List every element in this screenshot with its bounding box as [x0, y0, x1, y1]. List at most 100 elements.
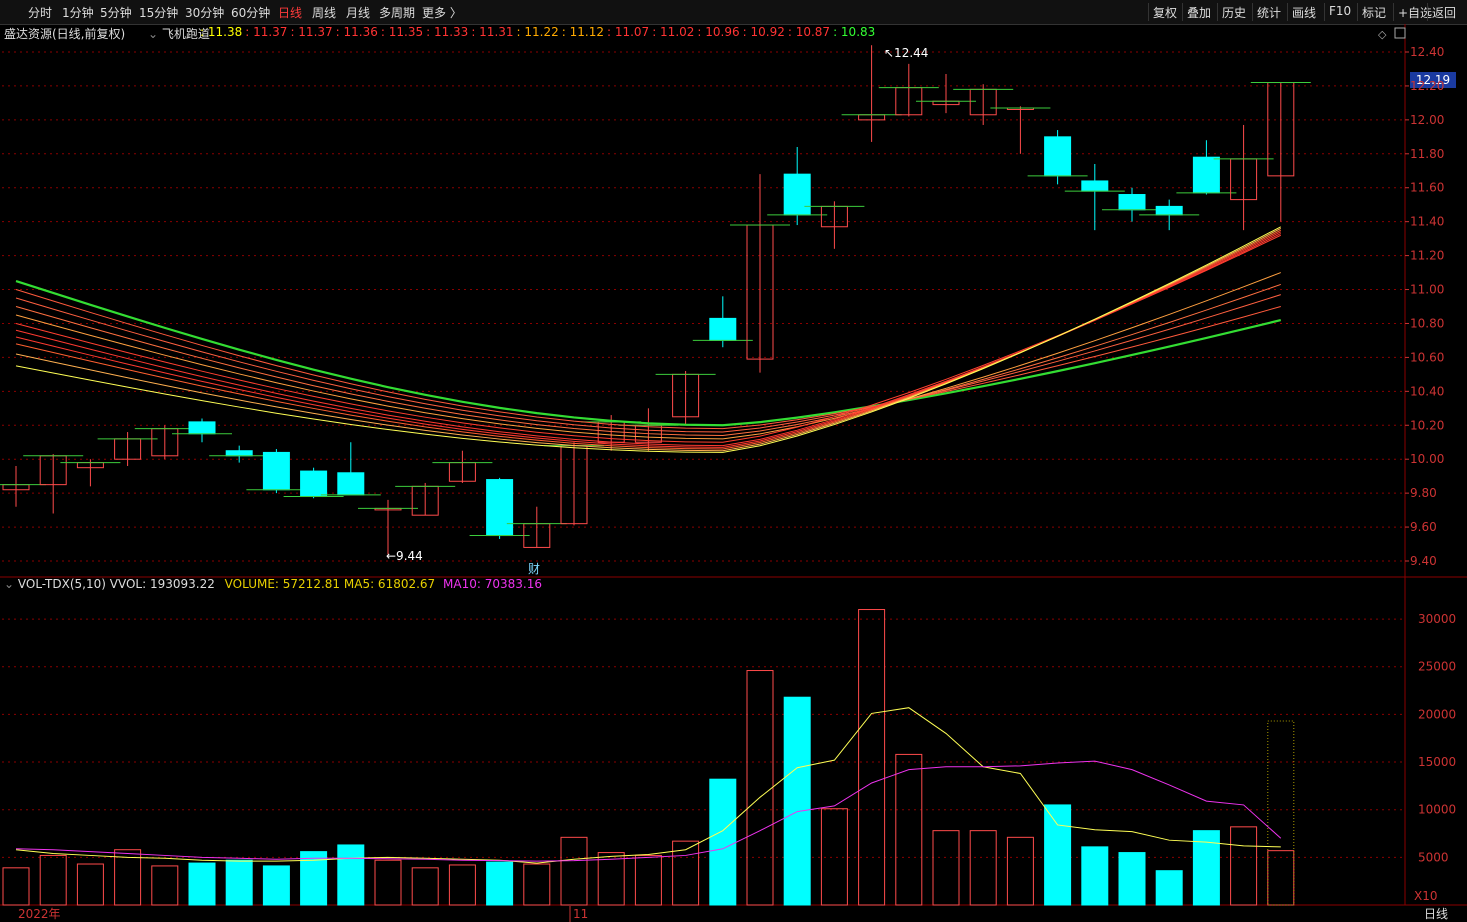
- kline-chart[interactable]: 12.4012.2012.0011.8011.6011.4011.2011.00…: [0, 0, 1467, 922]
- toolbar-button-6[interactable]: 标记: [1362, 4, 1386, 21]
- candle-body: [300, 470, 328, 498]
- toolbar-button-2[interactable]: 历史: [1222, 4, 1246, 21]
- volume-bar: [1192, 830, 1220, 906]
- toolbar-divider: [1427, 3, 1428, 21]
- price-tick-label: 10.80: [1410, 316, 1444, 330]
- period-tab-5[interactable]: 60分钟: [231, 4, 270, 21]
- price-tick-label: 12.40: [1410, 45, 1444, 59]
- candle-body: [337, 472, 365, 496]
- toolbar-button-1[interactable]: 叠加: [1187, 4, 1211, 21]
- period-tab-4[interactable]: 30分钟: [185, 4, 224, 21]
- volume-bar: [1081, 846, 1109, 906]
- ma-value-3: : 11.36: [335, 25, 378, 39]
- toolbar-divider: [1357, 3, 1358, 21]
- dropdown-icon[interactable]: ⌄: [4, 577, 14, 591]
- volume-tick-label: 30000: [1418, 612, 1456, 626]
- volume-bar: [448, 864, 476, 906]
- volume-bar: [225, 859, 253, 906]
- candle-body: [783, 173, 811, 216]
- ma10-value: MA10: 70383.16: [443, 577, 542, 591]
- volume-bar: [76, 863, 104, 906]
- candle-body: [634, 424, 662, 443]
- volume-bar: [262, 865, 290, 906]
- ma-value-9: : 11.07: [606, 25, 650, 39]
- candle-body: [114, 438, 142, 460]
- stock-title: 盛达资源(日线,前复权): [4, 27, 126, 41]
- price-tick-label: 11.20: [1410, 249, 1444, 263]
- candle-body: [411, 485, 439, 516]
- candle-body: [969, 88, 997, 116]
- volume-indicator-name: VOL-TDX(5,10): [17, 577, 106, 591]
- toolbar-divider: [1182, 3, 1183, 21]
- candle-body: [262, 451, 290, 491]
- toolbar-button-8[interactable]: 返回: [1432, 4, 1456, 21]
- volume-tick-label: 20000: [1418, 707, 1456, 721]
- candle-body: [932, 100, 960, 106]
- volume-bar: [151, 865, 179, 906]
- volume-bar: [932, 830, 960, 906]
- ma-value-11: : 10.96: [697, 25, 740, 39]
- candle-body: [858, 114, 886, 121]
- ma-value-4: : 11.35: [380, 25, 424, 39]
- ma-ribbon-line: [15, 231, 1282, 448]
- dropdown-icon[interactable]: ⌄: [148, 27, 158, 41]
- volume-bar: [337, 844, 365, 906]
- volume-tick-label: 25000: [1418, 660, 1456, 674]
- toolbar-divider: [1217, 3, 1218, 21]
- toolbar-button-4[interactable]: 画线: [1292, 4, 1316, 21]
- ma-values: : 11.38: 11.37: 11.37: 11.36: 11.35: 11.…: [200, 25, 878, 39]
- period-tab-3[interactable]: 15分钟: [139, 4, 178, 21]
- volume-bar: [486, 861, 514, 906]
- candle-body: [1155, 205, 1183, 216]
- period-tab-6[interactable]: 日线: [278, 4, 302, 21]
- candle-body: [746, 224, 774, 360]
- candle-body: [1044, 136, 1072, 177]
- period-tab-8[interactable]: 月线: [346, 4, 370, 21]
- ma-ribbon-line: [15, 226, 1282, 453]
- volume-bar: [560, 836, 588, 906]
- toolbar-divider: [1252, 3, 1253, 21]
- candle-body: [151, 428, 179, 457]
- top-toolbar: 分时 1分钟 5分钟 15分钟 30分钟 60分钟 日线 周线 月线 多周期 更多 〉 复权 叠加 历史…: [0, 0, 1467, 25]
- year-label: 2022年: [18, 907, 61, 921]
- finance-marker: 财: [528, 562, 540, 576]
- candle-body: [1267, 82, 1295, 177]
- price-tick-label: 10.40: [1410, 384, 1444, 398]
- ma5-value: MA5: 61802.67: [343, 577, 436, 591]
- volume-tick-label: 10000: [1418, 803, 1456, 817]
- toolbar-button-5[interactable]: F10: [1329, 4, 1351, 18]
- vvol-value: VVOL: 193093.22: [109, 577, 215, 591]
- candle-body: [374, 507, 402, 511]
- candle-body: [1118, 194, 1146, 211]
- period-tab-7[interactable]: 周线: [312, 4, 336, 21]
- price-tick-label: 10.00: [1410, 452, 1444, 466]
- price-tick-label: 12.00: [1410, 113, 1444, 127]
- ma-value-7: : 11.22: [516, 25, 559, 39]
- low-annotation: ←9.44: [386, 549, 423, 563]
- period-tab-1[interactable]: 1分钟: [62, 4, 94, 21]
- candle-body: [672, 373, 700, 418]
- volume-bar: [2, 867, 30, 906]
- volume-bar: [895, 753, 923, 906]
- price-tick-label: 11.40: [1410, 215, 1444, 229]
- period-tab-10[interactable]: 更多 〉: [422, 4, 462, 21]
- volume-bar: [411, 867, 439, 906]
- volume-bar: [300, 851, 328, 906]
- ma-value-13: : 10.87: [787, 25, 831, 39]
- volume-bar: [709, 778, 737, 906]
- candle-body: [523, 523, 551, 548]
- toolbar-button-0[interactable]: 复权: [1153, 4, 1177, 21]
- period-tab-0[interactable]: 分时: [28, 4, 52, 21]
- toolbar-divider: [1324, 3, 1325, 21]
- volume-ma10-line: [15, 760, 1282, 862]
- volume-bar: [1155, 870, 1183, 906]
- toolbar-button-3[interactable]: 统计: [1257, 4, 1281, 21]
- month-label: 11: [573, 907, 588, 921]
- period-tab-9[interactable]: 多周期: [379, 4, 415, 21]
- period-tab-2[interactable]: 5分钟: [100, 4, 132, 21]
- volume-bar: [1230, 826, 1258, 906]
- ma-ribbon-line: [15, 229, 1282, 450]
- volume-bar: [820, 808, 848, 906]
- price-tick-label: 9.80: [1410, 486, 1437, 500]
- candle-body: [1192, 156, 1220, 194]
